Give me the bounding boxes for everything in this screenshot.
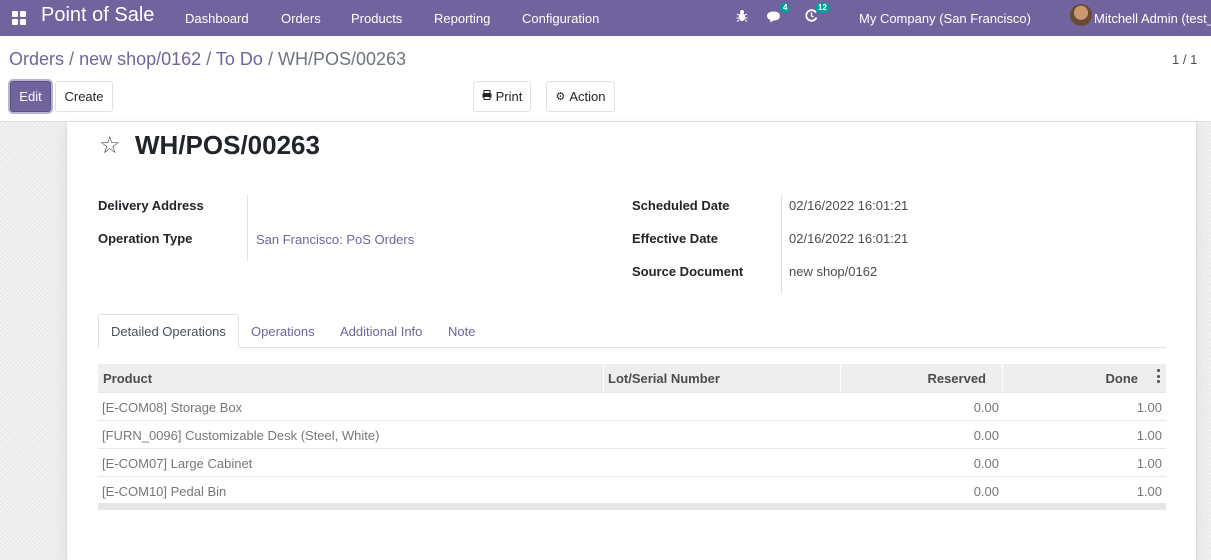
column-separator <box>603 364 604 392</box>
breadcrumb-separator: / <box>69 49 75 69</box>
operation-type-value[interactable]: San Francisco: PoS Orders <box>256 232 414 247</box>
print-button[interactable]: Print <box>473 81 531 112</box>
done-cell: 1.00 <box>1136 428 1162 443</box>
breadcrumb-to-do[interactable]: To Do <box>216 49 263 69</box>
tab-operations[interactable]: Operations <box>251 314 315 348</box>
avatar[interactable] <box>1070 4 1092 26</box>
effective-date-value: 02/16/2022 16:01:21 <box>789 231 909 246</box>
print-label: Print <box>495 89 523 104</box>
breadcrumb-current: WH/POS/00263 <box>277 49 407 69</box>
chat-icon[interactable] <box>766 10 781 26</box>
edit-button[interactable]: Edit <box>10 81 51 112</box>
table-row[interactable]: [E-COM07] Large Cabinet 0.00 1.00 <box>98 448 1166 476</box>
source-document-value: new shop/0162 <box>789 264 878 279</box>
done-cell: 1.00 <box>1136 400 1162 415</box>
activities-count-badge: 12 <box>815 3 830 13</box>
menu-products[interactable]: Products <box>351 11 402 26</box>
print-icon <box>482 90 492 103</box>
product-cell: [E-COM10] Pedal Bin <box>102 484 227 499</box>
menu-reporting[interactable]: Reporting <box>434 11 490 26</box>
table-row[interactable]: [FURN_0096] Customizable Desk (Steel, Wh… <box>98 420 1166 448</box>
delivery-address-label: Delivery Address <box>98 198 204 213</box>
effective-date-label: Effective Date <box>632 231 718 246</box>
field-divider <box>247 195 248 261</box>
table-row[interactable]: [E-COM08] Storage Box 0.00 1.00 <box>98 392 1166 420</box>
gear-icon: ⚙ <box>555 91 566 103</box>
breadcrumb-separator: / <box>206 49 212 69</box>
column-done[interactable]: Done <box>1106 371 1139 386</box>
product-cell: [E-COM08] Storage Box <box>102 400 243 415</box>
breadcrumb-orders[interactable]: Orders <box>9 49 64 69</box>
source-document-label: Source Document <box>632 264 744 279</box>
menu-dashboard[interactable]: Dashboard <box>185 11 249 26</box>
action-label: Action <box>569 89 606 104</box>
create-button[interactable]: Create <box>55 81 113 112</box>
control-panel: Orders / new shop/0162 / To Do / WH/POS/… <box>0 36 1211 122</box>
table-footer <box>98 503 1166 510</box>
bug-icon[interactable] <box>736 9 748 25</box>
action-button[interactable]: ⚙ Action <box>546 81 615 112</box>
pager[interactable]: 1 / 1 <box>1172 52 1197 67</box>
menu-orders[interactable]: Orders <box>281 11 321 26</box>
app-name[interactable]: Point of Sale <box>41 4 154 27</box>
breadcrumb: Orders / new shop/0162 / To Do / WH/POS/… <box>9 49 406 70</box>
column-lot-serial[interactable]: Lot/Serial Number <box>608 371 720 386</box>
breadcrumb-separator: / <box>267 49 273 69</box>
messages-count-badge: 4 <box>780 3 791 13</box>
menu-configuration[interactable]: Configuration <box>522 11 599 26</box>
scheduled-date-value: 02/16/2022 16:01:21 <box>789 198 909 213</box>
star-icon[interactable]: ☆ <box>99 131 121 160</box>
field-divider <box>781 195 782 294</box>
tab-detailed-operations[interactable]: Detailed Operations <box>98 314 239 348</box>
column-reserved[interactable]: Reserved <box>927 371 986 386</box>
reserved-cell: 0.00 <box>973 400 999 415</box>
column-separator <box>840 364 841 392</box>
reserved-cell: 0.00 <box>973 428 999 443</box>
tab-note[interactable]: Note <box>448 314 475 348</box>
record-title: WH/POS/00263 <box>135 130 320 160</box>
company-switcher[interactable]: My Company (San Francisco) <box>859 11 1031 26</box>
table-row[interactable]: [E-COM10] Pedal Bin 0.00 1.00 <box>98 476 1166 504</box>
column-separator <box>1002 364 1003 392</box>
breadcrumb-shop-order[interactable]: new shop/0162 <box>79 49 201 69</box>
column-product[interactable]: Product <box>103 371 152 386</box>
reserved-cell: 0.00 <box>973 456 999 471</box>
scheduled-date-label: Scheduled Date <box>632 198 730 213</box>
table-header: Product Lot/Serial Number Reserved Done <box>98 364 1166 392</box>
apps-grid-icon[interactable] <box>12 11 26 25</box>
tab-additional-info[interactable]: Additional Info <box>340 314 422 348</box>
top-navbar: Point of Sale Dashboard Orders Products … <box>0 0 1211 36</box>
user-menu[interactable]: Mitchell Admin (test_ <box>1094 11 1211 26</box>
operation-type-label: Operation Type <box>98 231 193 246</box>
done-cell: 1.00 <box>1136 456 1162 471</box>
kebab-menu-icon[interactable] <box>1157 369 1160 383</box>
done-cell: 1.00 <box>1136 484 1162 499</box>
product-cell: [FURN_0096] Customizable Desk (Steel, Wh… <box>102 428 380 443</box>
reserved-cell: 0.00 <box>973 484 999 499</box>
product-cell: [E-COM07] Large Cabinet <box>102 456 253 471</box>
